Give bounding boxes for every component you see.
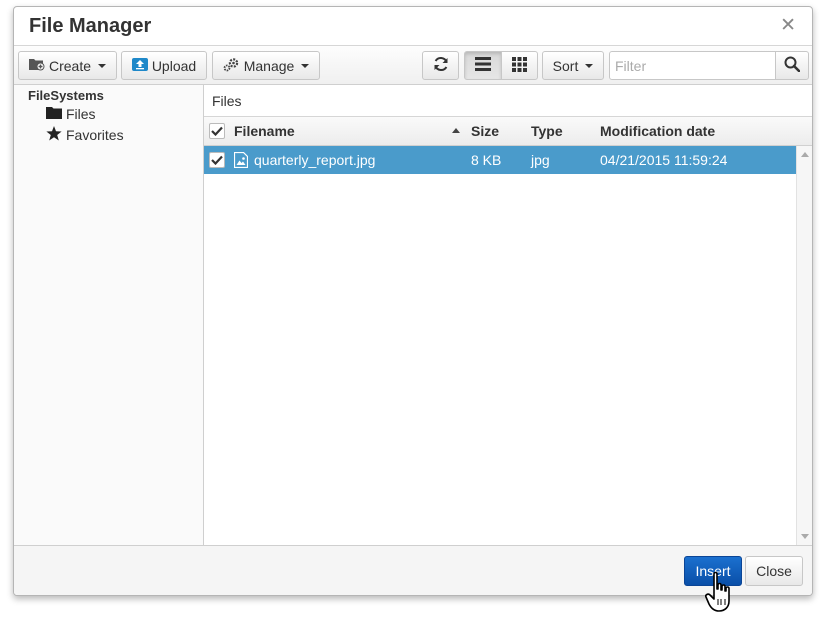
table-header: Filename Size Type Modification date [204,117,812,146]
row-modification-date: 04/21/2015 11:59:24 [600,152,728,168]
search-button[interactable] [775,51,809,80]
upload-button[interactable]: Upload [121,51,207,80]
scroll-up-icon[interactable] [801,152,809,157]
sort-ascending-icon [452,128,460,133]
tree-root-filesystems[interactable]: FileSystems [28,88,104,103]
upload-label: Upload [151,57,197,74]
filesystem-tree: FileSystems Files Favorites [14,85,204,545]
dialog-footer: Insert Close [14,545,812,595]
row-checkbox[interactable] [209,152,225,168]
folder-icon [46,106,62,122]
row-filename: quarterly_report.jpg [254,152,376,168]
sort-label: Sort [552,57,579,74]
grid-view-button[interactable] [501,51,538,80]
grid-view-icon [512,56,527,75]
dialog-title: File Manager [29,15,152,37]
toolbar: Create Upload Manage Sort Filter [14,46,812,85]
tree-item-files[interactable]: Files [46,106,96,122]
list-view-button[interactable] [464,51,502,80]
refresh-button[interactable] [422,51,459,80]
row-type: jpg [531,152,550,168]
create-label: Create [48,57,92,74]
tree-item-label: Files [66,106,96,122]
list-view-icon [475,57,491,74]
tree-item-label: Favorites [66,127,124,143]
refresh-icon [433,56,449,75]
check-icon [211,155,223,165]
hand-cursor-icon [705,571,739,618]
filter-input[interactable] [609,51,776,80]
table-row[interactable]: quarterly_report.jpg 8 KB jpg 04/21/2015… [204,146,796,174]
vertical-scrollbar[interactable] [796,146,812,545]
sort-button[interactable]: Sort [542,51,604,80]
column-header-type[interactable]: Type [531,123,563,139]
create-button[interactable]: Create [18,51,117,80]
column-header-size[interactable]: Size [471,123,499,139]
new-folder-icon [28,57,45,74]
chevron-down-icon [301,63,310,68]
column-header-filename[interactable]: Filename [234,123,295,139]
breadcrumb-item[interactable]: Files [212,93,242,109]
row-size: 8 KB [471,152,502,168]
file-table-body: quarterly_report.jpg 8 KB jpg 04/21/2015… [204,146,796,545]
scroll-down-icon[interactable] [801,534,809,539]
tree-item-favorites[interactable]: Favorites [46,126,124,144]
file-manager-dialog: File Manager ✕ Create Upload Manage Sort… [13,6,813,596]
chevron-down-icon [98,63,107,68]
close-icon[interactable]: ✕ [780,16,796,36]
manage-button[interactable]: Manage [212,51,320,80]
upload-icon [131,57,148,74]
star-icon [46,126,62,144]
gear-icon [223,57,240,75]
file-list-pane: Files Filename Size Type Modification da… [204,85,812,545]
manage-label: Manage [243,57,295,74]
select-all-checkbox[interactable] [209,123,225,139]
image-file-icon [233,151,249,171]
dialog-titlebar: File Manager ✕ [14,7,812,46]
chevron-down-icon [585,63,594,68]
close-button[interactable]: Close [745,556,803,586]
search-icon [784,56,801,75]
column-header-modification-date[interactable]: Modification date [600,123,715,139]
breadcrumb: Files [204,85,812,117]
check-icon [211,126,223,136]
